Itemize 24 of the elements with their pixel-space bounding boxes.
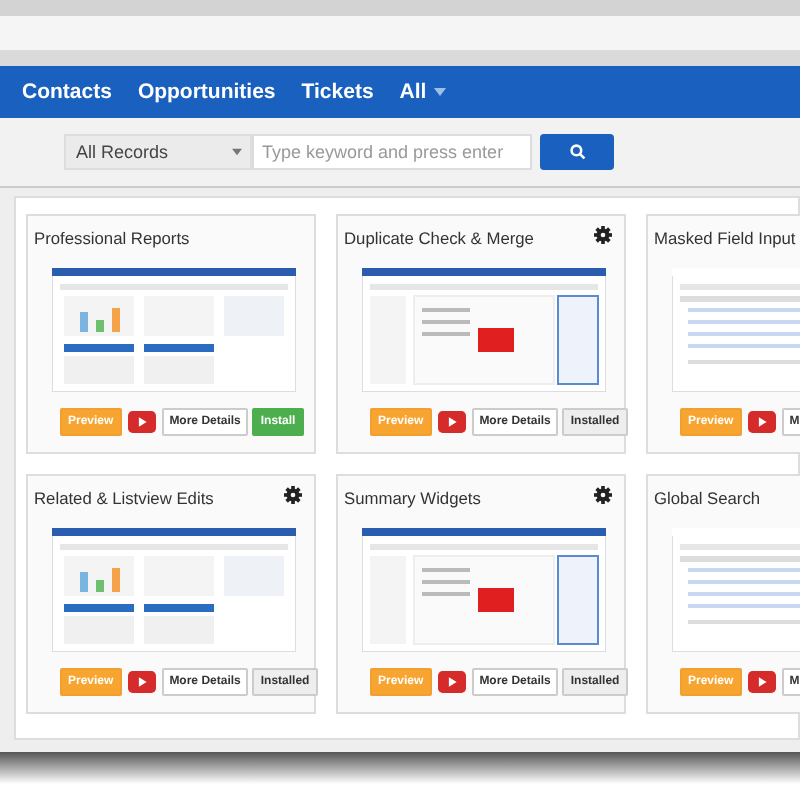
video-button[interactable] bbox=[437, 670, 466, 694]
nav-link[interactable]: Contacts bbox=[22, 80, 112, 104]
caret-icon bbox=[232, 148, 242, 156]
video-button[interactable] bbox=[127, 410, 156, 434]
card-title: Summary Widgets bbox=[344, 488, 481, 512]
video-button[interactable] bbox=[127, 670, 156, 694]
card-title: Global Search bbox=[654, 488, 761, 512]
video-button[interactable] bbox=[747, 410, 776, 434]
search-button[interactable] bbox=[540, 134, 614, 170]
settings-icon[interactable] bbox=[594, 226, 612, 244]
card-title: Related & Listview Edits bbox=[34, 488, 214, 512]
scope-dropdown[interactable]: All Records bbox=[64, 134, 252, 170]
nav-link[interactable]: All bbox=[399, 80, 447, 104]
settings-icon[interactable] bbox=[284, 486, 302, 504]
nav-link[interactable]: Tickets bbox=[301, 80, 374, 104]
nav-link[interactable]: Opportunities bbox=[137, 80, 276, 104]
search-field[interactable]: Type keyword and press enter bbox=[252, 134, 532, 170]
card-title: Duplicate Check & Merge bbox=[344, 228, 534, 252]
settings-icon[interactable] bbox=[594, 486, 612, 504]
card-title: Professional Reports bbox=[34, 228, 190, 252]
video-button[interactable] bbox=[437, 410, 466, 434]
search-icon bbox=[569, 144, 585, 160]
video-button[interactable] bbox=[747, 670, 776, 694]
card-title: Masked Field Input bbox=[654, 228, 796, 252]
